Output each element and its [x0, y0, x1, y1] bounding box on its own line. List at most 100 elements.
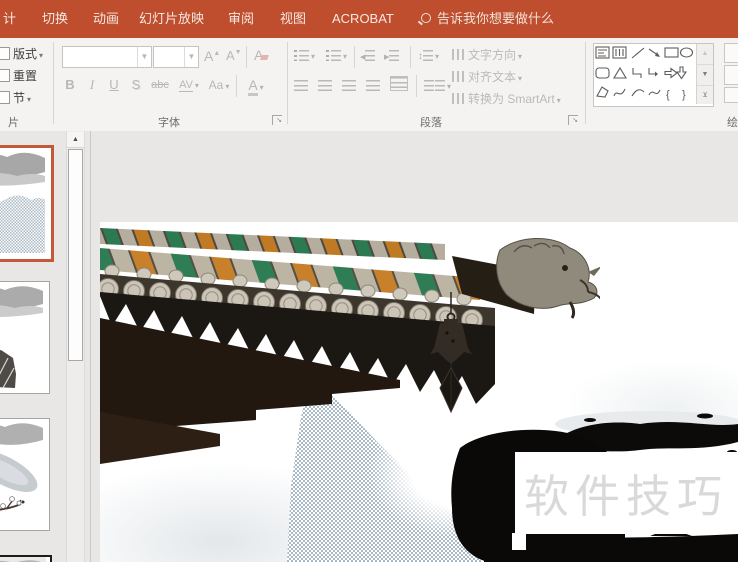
- search-icon: [421, 13, 431, 23]
- bullets-icon: [294, 50, 297, 61]
- paragraph-group-label: 段落: [420, 114, 442, 130]
- font-size-combobox[interactable]: ▼: [153, 46, 199, 68]
- columns-button[interactable]: [424, 78, 451, 92]
- tell-me-search[interactable]: 告诉我你想要做什么: [437, 0, 554, 38]
- thumbnail-2-preview: [0, 282, 43, 389]
- thumbnail-4-preview: [0, 557, 46, 562]
- tab-animations[interactable]: 动画: [93, 0, 119, 38]
- text-shadow-button[interactable]: S: [128, 75, 144, 95]
- shrink-font-button[interactable]: A▼: [226, 48, 242, 63]
- section-button[interactable]: 节: [0, 89, 31, 106]
- gallery-scroll-up[interactable]: ▲: [697, 44, 713, 65]
- powerpoint-window: 计 切换 动画 幻灯片放映 审阅 视图 ACROBAT 告诉我你想要做什么 版式…: [0, 0, 738, 562]
- line-spacing-button[interactable]: ↕: [418, 48, 439, 62]
- reset-icon: [0, 69, 10, 82]
- thumbnail-scrollbar[interactable]: ▲: [66, 131, 85, 562]
- decrease-indent-button[interactable]: ◀: [360, 48, 375, 62]
- columns-icon: [424, 80, 434, 91]
- svg-text:}: }: [682, 89, 686, 101]
- slide-thumbnail-4-partial[interactable]: [0, 555, 52, 562]
- align-left-icon: [294, 80, 308, 91]
- font-color-button[interactable]: A: [246, 75, 266, 95]
- font-dialog-launcher[interactable]: ↘: [272, 115, 282, 125]
- shapes-gallery[interactable]: { } ▲ ▼ ⊻: [593, 43, 714, 107]
- underline-button[interactable]: U: [106, 75, 122, 95]
- tab-view[interactable]: 视图: [280, 0, 306, 38]
- strikethrough-button[interactable]: abc: [148, 75, 172, 95]
- convert-smartart-button[interactable]: 转换为 SmartArt: [452, 90, 561, 107]
- distribute-icon: [390, 76, 408, 91]
- slide-thumbnail-1-selected[interactable]: [0, 145, 54, 262]
- svg-text:{: {: [666, 89, 670, 101]
- font-name-combobox[interactable]: ▼: [62, 46, 152, 68]
- tab-review[interactable]: 审阅: [228, 0, 254, 38]
- smartart-icon: [452, 93, 464, 104]
- layout-icon: [0, 47, 10, 60]
- tab-transitions[interactable]: 切换: [42, 0, 68, 38]
- thumbnail-3-preview: [0, 419, 43, 526]
- ribbon-tab-bar: 计 切换 动画 幻灯片放映 审阅 视图 ACROBAT 告诉我你想要做什么: [0, 0, 738, 38]
- italic-button[interactable]: I: [84, 75, 100, 95]
- panel-divider[interactable]: [90, 131, 91, 562]
- ribbon: 版式 重置 节 片 ▼ ▼ A▲ A▼ A B I U S abc AV Aa …: [0, 38, 738, 132]
- shape-fill-button-partial[interactable]: [724, 87, 738, 103]
- quick-styles-button-partial[interactable]: [724, 65, 738, 85]
- shape-icons: { }: [594, 44, 694, 102]
- character-spacing-button[interactable]: AV: [176, 75, 202, 95]
- tab-design-partial[interactable]: 计: [3, 0, 16, 38]
- reset-button[interactable]: 重置: [0, 67, 37, 84]
- align-center-button[interactable]: [318, 78, 332, 92]
- scrollbar-thumb[interactable]: [68, 149, 83, 361]
- increase-indent-button[interactable]: ▶: [384, 48, 399, 62]
- small-separator: [354, 46, 355, 68]
- eraser-icon: [260, 55, 269, 60]
- small-separator: [246, 46, 247, 68]
- align-right-icon: [342, 80, 356, 91]
- gallery-scroll-down[interactable]: ▼: [697, 65, 713, 86]
- distribute-button[interactable]: [390, 76, 408, 91]
- arrange-button-partial[interactable]: [724, 43, 738, 63]
- watermark-text: 软件技巧: [524, 460, 738, 525]
- indent-left-icon: [365, 50, 375, 61]
- gallery-more-button[interactable]: ⊻: [697, 86, 713, 106]
- text-direction-icon: [452, 49, 464, 60]
- watermark-notch: [512, 533, 526, 550]
- justify-icon: [366, 80, 380, 91]
- slide-thumbnail-3[interactable]: [0, 418, 50, 531]
- tab-slideshow[interactable]: 幻灯片放映: [139, 0, 204, 38]
- small-separator: [410, 46, 411, 68]
- slides-group-label: 片: [8, 114, 19, 130]
- paragraph-dialog-launcher[interactable]: ↘: [568, 115, 578, 125]
- change-case-button[interactable]: Aa: [208, 75, 230, 95]
- small-separator: [416, 75, 417, 97]
- align-left-button[interactable]: [294, 78, 308, 92]
- align-text-button[interactable]: 对齐文本: [452, 68, 522, 85]
- drawing-group-label: 绘: [727, 114, 738, 130]
- numbering-button[interactable]: [326, 48, 347, 62]
- clear-formatting-button[interactable]: A: [254, 47, 268, 63]
- font-group-label: 字体: [158, 114, 180, 130]
- layout-button[interactable]: 版式: [0, 45, 43, 62]
- chevron-down-icon[interactable]: ▼: [137, 47, 151, 67]
- scroll-up-arrow[interactable]: ▲: [67, 132, 84, 148]
- workspace: ▲: [0, 131, 738, 562]
- slide-canvas[interactable]: 软件技巧: [100, 222, 738, 562]
- group-separator: [53, 42, 54, 124]
- group-separator: [585, 42, 586, 124]
- justify-button[interactable]: [366, 78, 380, 92]
- tab-acrobat[interactable]: ACROBAT: [332, 0, 394, 38]
- numbering-icon: [326, 50, 329, 61]
- line-spacing-icon: [423, 50, 433, 61]
- section-icon: [0, 91, 10, 104]
- align-text-icon: [452, 71, 464, 82]
- chevron-down-icon[interactable]: ▼: [184, 47, 198, 67]
- thumbnail-1-preview: [0, 148, 45, 253]
- slide-thumbnail-2[interactable]: [0, 281, 50, 394]
- group-separator: [287, 42, 288, 124]
- text-direction-button[interactable]: 文字方向: [452, 46, 522, 63]
- align-right-button[interactable]: [342, 78, 356, 92]
- grow-font-button[interactable]: A▲: [204, 48, 220, 64]
- small-separator: [236, 75, 237, 97]
- bullets-button[interactable]: [294, 48, 315, 62]
- bold-button[interactable]: B: [62, 75, 78, 95]
